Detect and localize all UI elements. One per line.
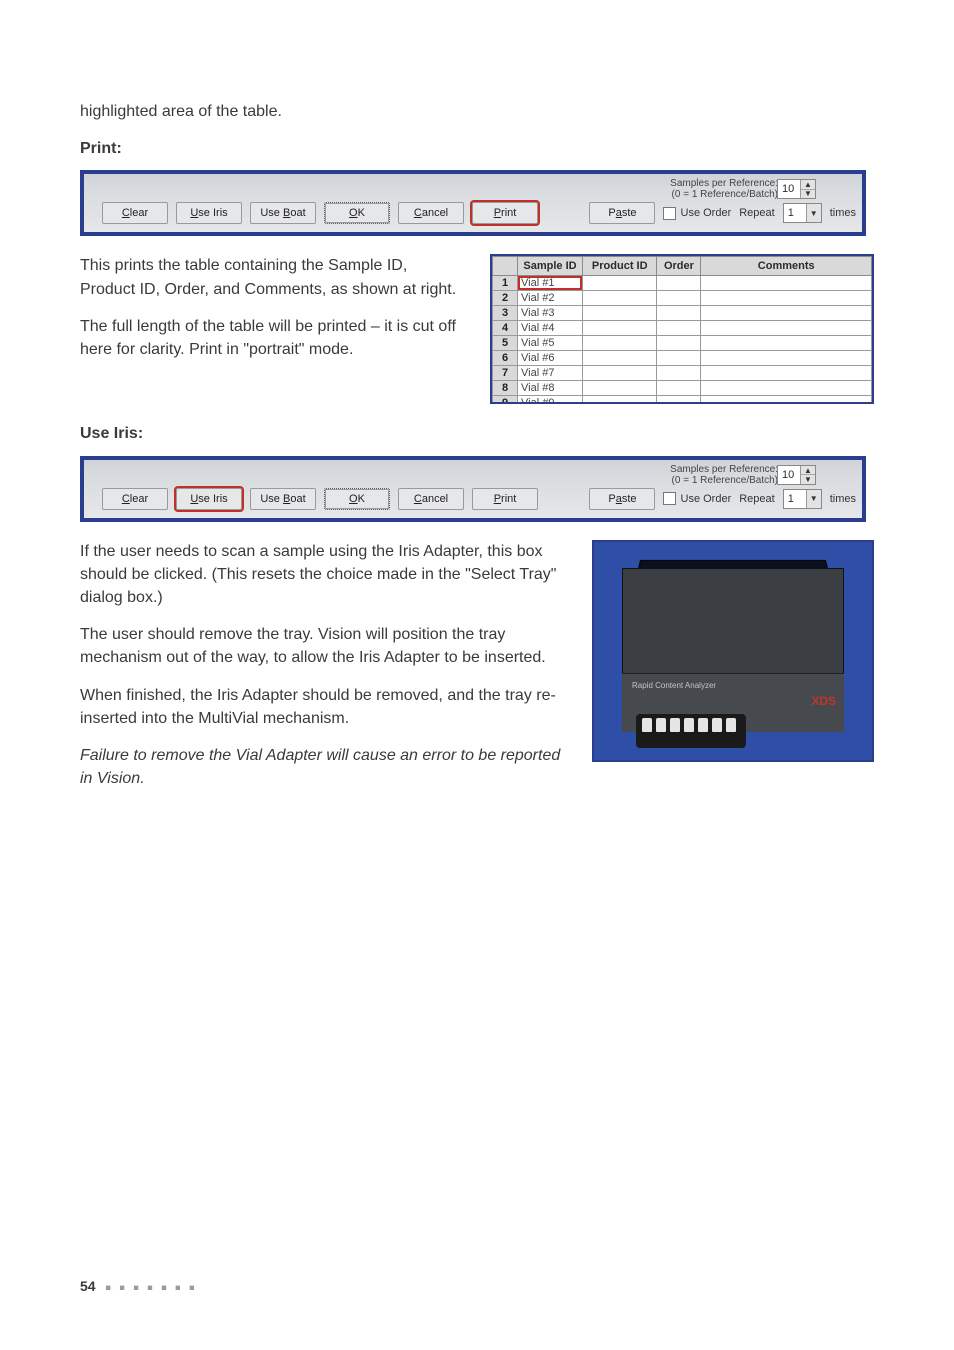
col-product-id: Product ID — [583, 257, 657, 276]
iris-p2: The user should remove the tray. Vision … — [80, 623, 564, 669]
cancel-button[interactable]: Cancel — [398, 202, 464, 224]
sample-table-body: 1Vial #1 2Vial #2 3Vial #3 4Vial #4 5Via… — [493, 276, 872, 405]
col-rownum — [493, 257, 518, 276]
use-iris-button[interactable]: Use Iris — [176, 488, 242, 510]
table-row: 1Vial #1 — [493, 276, 872, 291]
col-sample-id: Sample ID — [518, 257, 583, 276]
samples-per-ref-label: Samples per Reference: (0 = 1 Reference/… — [670, 464, 778, 486]
col-comments: Comments — [701, 257, 872, 276]
repeat-label: Repeat — [739, 207, 774, 219]
ok-button[interactable]: OK — [324, 488, 390, 510]
table-row: 7Vial #7 — [493, 366, 872, 381]
print-desc-2: The full length of the table will be pri… — [80, 315, 460, 361]
print-button[interactable]: Print — [472, 488, 538, 510]
table-row: 9Vial #9 — [493, 396, 872, 405]
device-model-label: Rapid Content Analyzer — [632, 681, 716, 690]
print-description-row: This prints the table containing the Sam… — [80, 254, 874, 404]
print-heading: Print: — [80, 137, 874, 160]
table-row: 8Vial #8 — [493, 381, 872, 396]
document-page: highlighted area of the table. Print: Sa… — [0, 0, 954, 1350]
use-iris-button[interactable]: Use Iris — [176, 202, 242, 224]
repeat-combo[interactable]: 1 ▼ — [783, 203, 822, 223]
table-row: 5Vial #5 — [493, 336, 872, 351]
sample-table-figure: Sample ID Product ID Order Comments 1Via… — [490, 254, 874, 404]
iris-description-row: If the user needs to scan a sample using… — [80, 540, 874, 805]
repeat-label: Repeat — [739, 493, 774, 505]
clear-button[interactable]: Clear — [102, 488, 168, 510]
paste-button[interactable]: Paste — [589, 488, 655, 510]
samples-per-ref-spinner[interactable]: 10 ▲▼ — [777, 465, 816, 485]
times-label: times — [830, 493, 856, 505]
analyzer-photo: Rapid Content Analyzer XDS — [592, 540, 874, 762]
iris-p4-warning: Failure to remove the Vial Adapter will … — [80, 744, 564, 790]
toolbar-figure-iris: Samples per Reference: (0 = 1 Reference/… — [80, 456, 866, 522]
table-row: 2Vial #2 — [493, 291, 872, 306]
device-brand-label: XDS — [811, 694, 836, 708]
use-boat-button[interactable]: Use Boat — [250, 202, 316, 224]
samples-per-ref-label: Samples per Reference: (0 = 1 Reference/… — [670, 178, 778, 200]
paste-button[interactable]: Paste — [589, 202, 655, 224]
clear-button[interactable]: Clear — [102, 202, 168, 224]
footer-ornament: ■ ■ ■ ■ ■ ■ ■ — [105, 1282, 197, 1292]
intro-text: highlighted area of the table. — [80, 100, 874, 123]
cancel-button[interactable]: Cancel — [398, 488, 464, 510]
use-boat-button[interactable]: Use Boat — [250, 488, 316, 510]
ok-button[interactable]: OK — [324, 202, 390, 224]
table-row: 6Vial #6 — [493, 351, 872, 366]
print-button[interactable]: Print — [472, 202, 538, 224]
use-iris-heading: Use Iris: — [80, 422, 874, 445]
iris-p3: When finished, the Iris Adapter should b… — [80, 684, 564, 730]
page-footer: 54 ■ ■ ■ ■ ■ ■ ■ — [80, 1278, 198, 1294]
print-desc-1: This prints the table containing the Sam… — [80, 254, 460, 300]
table-row: 3Vial #3 — [493, 306, 872, 321]
toolbar-figure-print: Samples per Reference: (0 = 1 Reference/… — [80, 170, 866, 236]
use-order-checkbox[interactable]: Use Order — [663, 207, 731, 220]
table-row: 4Vial #4 — [493, 321, 872, 336]
use-order-checkbox[interactable]: Use Order — [663, 492, 731, 505]
col-order: Order — [657, 257, 701, 276]
page-number: 54 — [80, 1278, 96, 1294]
samples-per-ref-spinner[interactable]: 10 ▲▼ — [777, 179, 816, 199]
iris-p1: If the user needs to scan a sample using… — [80, 540, 564, 610]
vial-rack-icon — [636, 714, 746, 748]
times-label: times — [830, 207, 856, 219]
repeat-combo[interactable]: 1 ▼ — [783, 489, 822, 509]
